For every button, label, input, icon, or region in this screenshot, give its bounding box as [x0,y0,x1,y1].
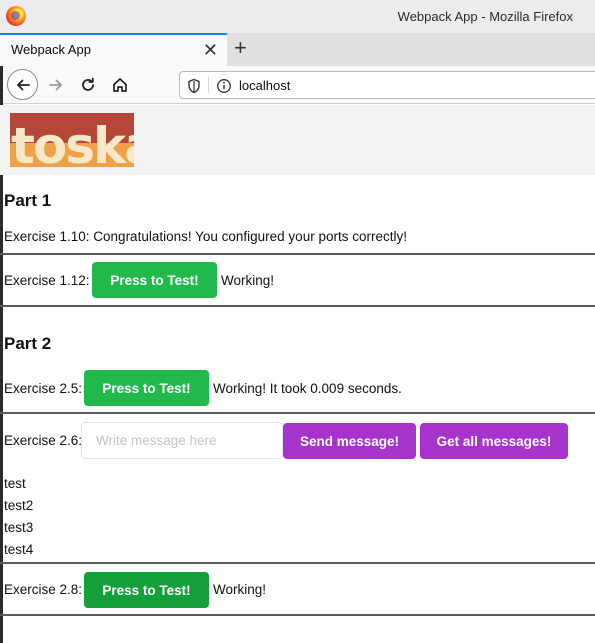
tab-strip: Webpack App ✕ + [0,33,595,66]
url-bar-separator [208,77,209,93]
divider [0,562,595,564]
home-icon [113,78,127,92]
divider [0,614,595,616]
divider [0,253,595,255]
send-message-button[interactable]: Send message! [283,423,416,459]
window-titlebar: Webpack App - Mozilla Firefox [0,0,595,33]
page-content: toska Part 1 Exercise 1.10: Congratulati… [0,105,595,643]
back-button[interactable] [7,69,38,100]
message-item: test3 [4,520,34,535]
divider [0,412,595,414]
exercise-1-12-status: Working! [221,273,275,288]
back-arrow-icon [16,79,30,90]
exercise-1-12-test-button[interactable]: Press to Test! [92,262,217,298]
forward-arrow-icon [49,79,62,91]
message-input[interactable] [81,422,283,459]
header-band: toska [0,105,595,175]
exercise-2-5-label: Exercise 2.5: [4,381,83,396]
exercise-2-5-status: Working! It took 0.009 seconds. [213,381,402,396]
new-tab-icon[interactable]: + [234,36,247,60]
exercise-2-5-test-button[interactable]: Press to Test! [84,370,209,406]
window-title: Webpack App - Mozilla Firefox [397,9,573,24]
exercise-1-10-text: Exercise 1.10: Congratulations! You conf… [4,229,407,244]
exercise-2-8-label: Exercise 2.8: [4,582,83,597]
exercise-2-6-label: Exercise 2.6: [4,433,83,448]
get-all-messages-button[interactable]: Get all messages! [420,423,568,459]
tab-webpack-app[interactable]: Webpack App ✕ [0,33,227,66]
close-tab-icon[interactable]: ✕ [203,40,218,60]
tab-title: Webpack App [11,42,91,57]
toska-logo: toska [10,113,134,167]
forward-button[interactable] [40,69,72,101]
part1-heading: Part 1 [4,191,52,210]
message-item: test4 [4,542,34,557]
tracking-shield-icon[interactable] [186,78,202,94]
home-button[interactable] [104,69,136,101]
logo-text: toska [11,117,134,167]
message-item: test2 [4,498,34,513]
message-list: test test2 test3 test4 [4,473,33,561]
part2-heading: Part 2 [4,334,52,353]
divider [0,305,595,307]
exercise-2-8-status: Working! [213,582,267,597]
message-item: test [4,476,26,491]
navigation-bar: localhost [0,66,595,104]
exercise-1-12-label: Exercise 1.12: [4,273,90,288]
exercise-2-8-test-button[interactable]: Press to Test! [84,572,209,608]
url-text: localhost [239,78,291,93]
reload-button[interactable] [72,69,104,101]
reload-icon [82,77,94,91]
site-info-icon[interactable] [216,78,232,94]
url-bar[interactable]: localhost [179,71,595,99]
